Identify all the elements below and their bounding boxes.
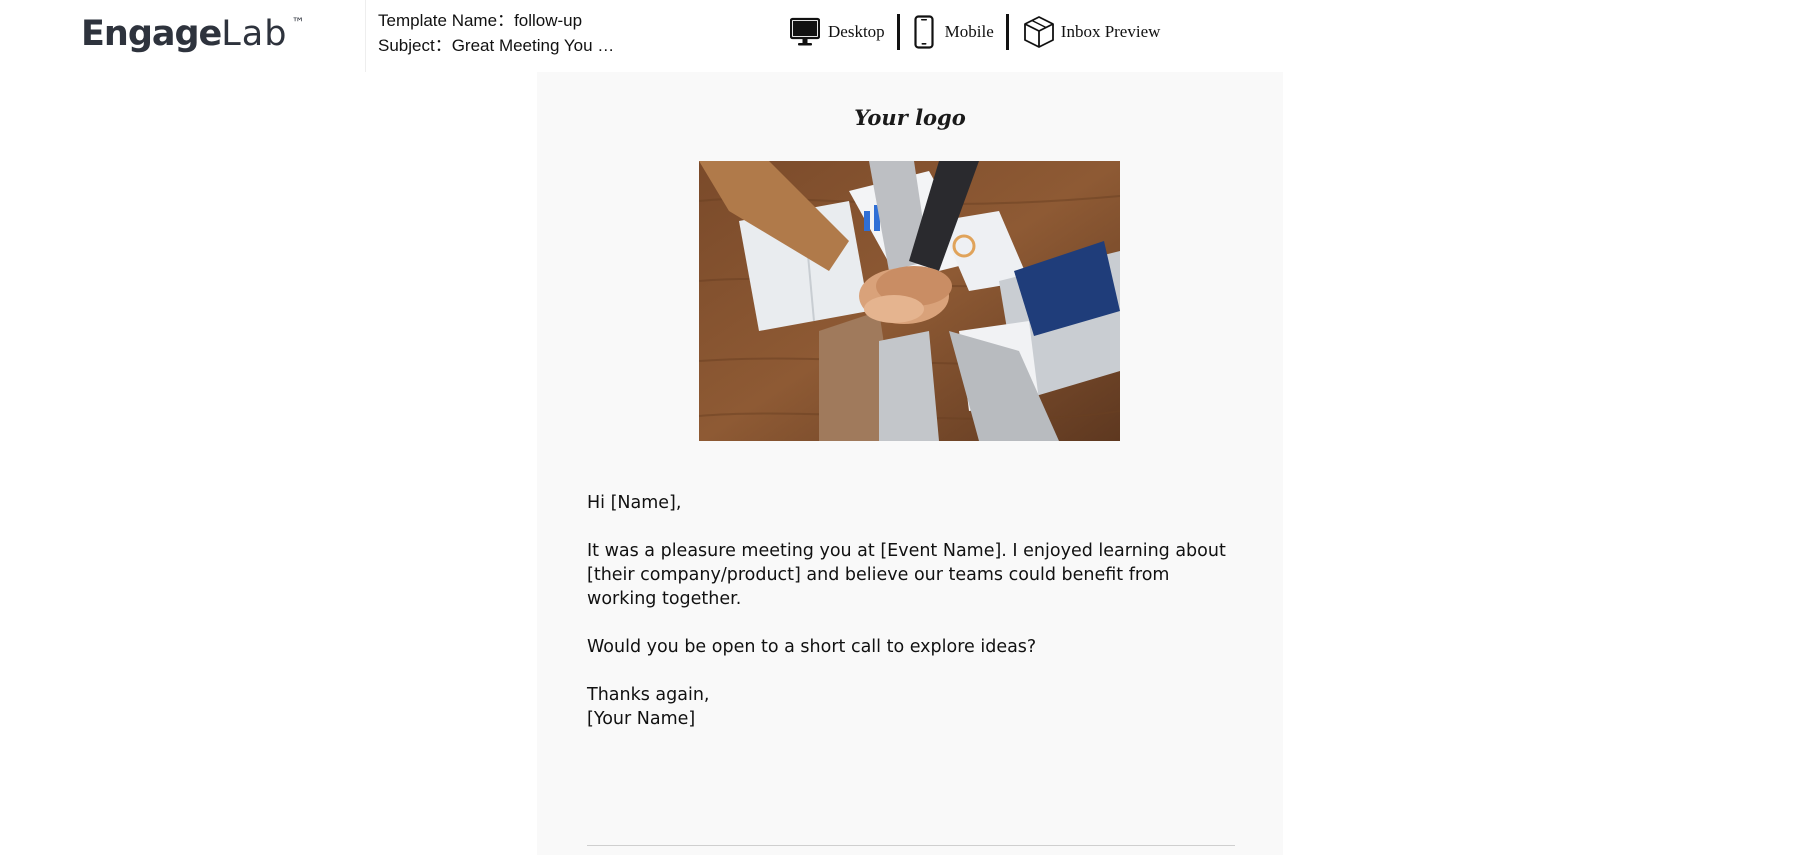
- mobile-label: Mobile: [944, 22, 994, 41]
- box-icon: [1023, 15, 1055, 49]
- email-body: Hi [Name], It was a pleasure meeting you…: [587, 491, 1237, 731]
- subject-value: Great Meeting You …: [451, 36, 615, 55]
- mobile-icon: [914, 15, 934, 49]
- email-paragraph: It was a pleasure meeting you at [Event …: [587, 541, 1226, 609]
- mobile-view-button[interactable]: Mobile: [914, 15, 994, 49]
- logo-lab-text: Lab: [221, 14, 288, 54]
- email-greeting: Hi [Name],: [587, 493, 682, 513]
- template-name-label: Template Name：: [378, 11, 515, 30]
- logo-engage-text: Engage: [81, 14, 222, 54]
- template-name-value: follow-up: [514, 11, 583, 30]
- email-signature: [Your Name]: [587, 709, 696, 729]
- engagelab-logo[interactable]: Engage Lab ™: [81, 14, 304, 54]
- footer-divider: [587, 845, 1235, 846]
- desktop-label: Desktop: [828, 22, 885, 41]
- desktop-view-button[interactable]: Desktop: [790, 17, 885, 47]
- template-info: Template Name：follow-up Subject：Great Me…: [378, 8, 614, 58]
- subject-row: Subject：Great Meeting You …: [378, 33, 614, 58]
- template-name-row: Template Name：follow-up: [378, 8, 614, 33]
- header-divider: [365, 0, 366, 72]
- inbox-preview-button[interactable]: Inbox Preview: [1023, 15, 1161, 49]
- email-signoff: Thanks again, [Your Name]: [587, 683, 1237, 731]
- email-closing: Thanks again,: [587, 685, 710, 705]
- view-separator: [896, 14, 900, 50]
- inbox-preview-label: Inbox Preview: [1060, 22, 1161, 41]
- logo-trademark: ™: [291, 16, 305, 31]
- email-paragraph: Would you be open to a short call to exp…: [587, 637, 1037, 657]
- desktop-icon: [790, 17, 820, 47]
- email-preview: Your logo Hi [Name], It was a pleasure m…: [537, 72, 1283, 855]
- top-header: Engage Lab ™ Template Name：follow-up Sub…: [0, 0, 1819, 72]
- preview-mode-switch: Desktop Mobile Inbox Preview: [790, 12, 1160, 52]
- view-separator: [1005, 14, 1009, 50]
- hero-image: [699, 161, 1120, 441]
- subject-label: Subject：: [378, 36, 452, 55]
- email-logo-placeholder: Your logo: [854, 105, 966, 130]
